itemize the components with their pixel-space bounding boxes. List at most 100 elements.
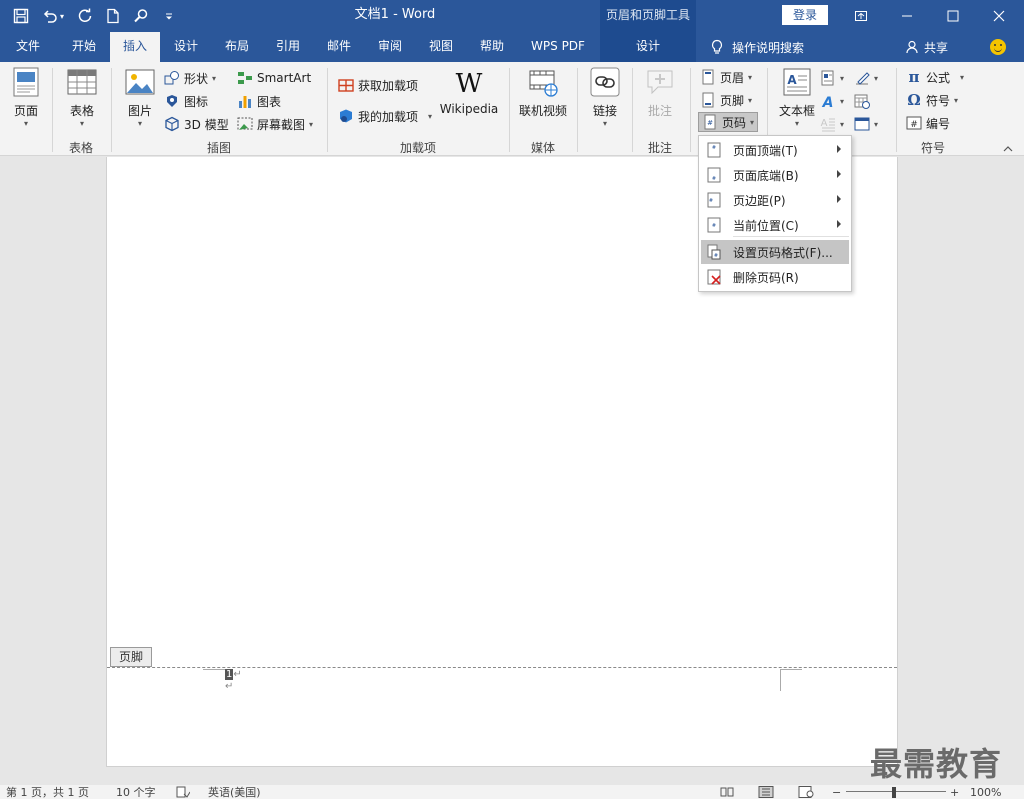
tab-references[interactable]: 引用 [264, 32, 312, 62]
tab-wps-pdf[interactable]: WPS PDF [520, 32, 596, 62]
3d-models-label: 3D 模型 [184, 117, 229, 132]
undo-dropdown-icon[interactable]: ▾ [60, 12, 64, 21]
menu-item-current-position[interactable]: # 当前位置(C) [701, 213, 849, 237]
zoom-in-button[interactable]: + [950, 786, 959, 799]
ribbon-display-icon [855, 11, 867, 21]
tell-me-search[interactable]: 操作说明搜索 [710, 32, 804, 62]
screenshot-label: 屏幕截图 [257, 117, 306, 132]
drop-cap-button[interactable]: A ▾ [820, 114, 844, 134]
pictures-button[interactable]: 图片 ▾ [124, 66, 156, 129]
share-label: 共享 [924, 40, 949, 55]
table-dropdown-icon: ▾ [79, 119, 84, 128]
screenshot-button[interactable]: 屏幕截图 ▾ [237, 114, 313, 134]
language-status[interactable]: 英语(美国) [208, 786, 261, 799]
table-button[interactable]: 表格 ▾ [64, 66, 100, 129]
read-mode-view-icon[interactable] [720, 786, 734, 799]
tab-file[interactable]: 文件 [4, 32, 52, 62]
minimize-button[interactable] [884, 0, 930, 32]
numbering-button[interactable]: # 编号 [906, 113, 950, 133]
tab-insert[interactable]: 插入 [110, 32, 160, 62]
wikipedia-label: Wikipedia [439, 102, 499, 116]
menu-item-top-of-page[interactable]: # 页面顶端(T) [701, 138, 849, 162]
equation-button[interactable]: π 公式 ▾ [906, 67, 965, 87]
zoom-level[interactable]: 100% [970, 786, 1001, 799]
footer-page-number-field[interactable]: 1↵ ↵ [225, 669, 242, 693]
watermark-logo-text: 最需教育 [870, 745, 1003, 783]
ribbon-display-options-button[interactable] [838, 0, 884, 32]
3d-models-button[interactable]: 3D 模型 [164, 114, 229, 134]
document-area: 页脚 1↵ ↵ [0, 157, 1024, 785]
collapse-ribbon-icon[interactable] [1002, 144, 1014, 154]
tab-view[interactable]: 视图 [416, 32, 466, 62]
search-icon [134, 9, 148, 23]
word-count-status[interactable]: 10 个字 [116, 786, 156, 799]
footer-button[interactable]: 页脚 ▾ [700, 90, 752, 110]
footer-dropdown-icon: ▾ [748, 95, 753, 105]
symbol-button[interactable]: Ω 符号 ▾ [906, 90, 958, 110]
online-video-button[interactable]: 联机视频 [516, 66, 570, 119]
customize-qat-button[interactable] [156, 3, 182, 29]
chart-button[interactable]: 图表 [237, 91, 281, 111]
online-video-label: 联机视频 [518, 104, 567, 118]
save-button[interactable] [8, 3, 34, 29]
drop-cap-dropdown-icon: ▾ [840, 119, 845, 129]
share-button[interactable]: 共享 [906, 32, 948, 62]
zoom-out-button[interactable]: − [832, 786, 841, 799]
smartart-button[interactable]: SmartArt [237, 68, 311, 88]
date-time-icon [854, 94, 870, 109]
pages-button[interactable]: 页面 ▾ [10, 66, 42, 129]
wikipedia-button[interactable]: W Wikipedia [438, 66, 500, 116]
tab-layout[interactable]: 布局 [212, 32, 262, 62]
feedback-smiley-icon[interactable] [990, 39, 1006, 55]
menu-item-page-margins[interactable]: # 页边距(P) [701, 188, 849, 212]
icons-button[interactable]: 图标 [164, 91, 208, 111]
object-button[interactable]: ▾ [854, 114, 878, 134]
page-number-label: 页码 [722, 115, 747, 130]
tab-design[interactable]: 设计 [162, 32, 210, 62]
new-document-button[interactable] [100, 3, 126, 29]
close-button[interactable] [976, 0, 1022, 32]
textbox-button[interactable]: A 文本框 ▾ [776, 66, 818, 129]
menu-item-format-page-numbers[interactable]: # 设置页码格式(F)... [701, 240, 849, 264]
login-button[interactable]: 登录 [782, 5, 828, 25]
shapes-button[interactable]: 形状 ▾ [164, 68, 216, 88]
wordart-button[interactable]: A ▾ [820, 91, 844, 111]
pi-icon: π [908, 68, 920, 86]
signature-line-button[interactable]: ▾ [854, 68, 878, 88]
zoom-slider[interactable] [846, 791, 946, 792]
tab-review[interactable]: 审阅 [366, 32, 414, 62]
links-label: 链接 [592, 104, 617, 118]
get-addins-button[interactable]: 获取加载项 [338, 75, 418, 95]
repeat-icon [78, 8, 92, 22]
menu-item-remove-page-numbers[interactable]: 删除页码(R) [701, 265, 849, 289]
print-layout-view-icon[interactable] [758, 786, 774, 799]
page-count-status[interactable]: 第 1 页，共 1 页 [6, 786, 89, 799]
find-button[interactable] [128, 3, 154, 29]
links-button[interactable]: 链接 ▾ [588, 66, 622, 129]
proofing-icon[interactable] [176, 786, 191, 799]
drop-cap-icon: A [821, 118, 835, 132]
web-layout-view-icon[interactable] [798, 786, 814, 799]
page-icon [13, 67, 39, 97]
date-time-button[interactable] [854, 91, 870, 111]
title-bar: ▾ 文档1 - Word 页眉和页脚工具 登录 [0, 0, 1024, 32]
tab-home[interactable]: 开始 [58, 32, 110, 62]
maximize-button[interactable] [930, 0, 976, 32]
table-label: 表格 [69, 104, 94, 118]
pictures-dropdown-icon: ▾ [137, 119, 142, 128]
header-icon [702, 69, 714, 85]
my-addins-button[interactable]: 我的加载项 ▾ [338, 106, 432, 126]
quick-parts-button[interactable]: ▾ [820, 68, 844, 88]
page-number-button[interactable]: # 页码 ▾ [698, 112, 759, 132]
undo-button[interactable]: ▾ [36, 3, 70, 29]
tab-mailings[interactable]: 邮件 [314, 32, 364, 62]
tab-help[interactable]: 帮助 [468, 32, 516, 62]
repeat-button[interactable] [72, 3, 98, 29]
submenu-arrow-icon [837, 170, 841, 178]
comment-button[interactable]: 批注 [642, 66, 678, 119]
tab-header-footer-design[interactable]: 设计 [600, 32, 696, 62]
menu-item-bottom-of-page[interactable]: # 页面底端(B) [701, 163, 849, 187]
header-button[interactable]: 页眉 ▾ [700, 67, 752, 87]
zoom-slider-thumb[interactable] [892, 787, 896, 798]
wikipedia-icon: W [456, 69, 483, 98]
